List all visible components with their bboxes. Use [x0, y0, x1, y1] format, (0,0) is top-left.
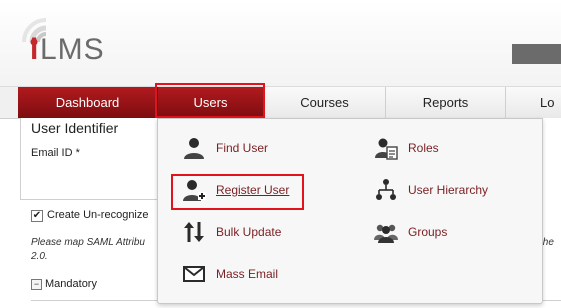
mail-icon: [183, 266, 205, 282]
menu-item-label: Find User: [216, 141, 269, 155]
user-roles-icon: [375, 138, 398, 160]
saml-note-line2: 2.0.: [31, 251, 48, 262]
logo-text: LMS: [40, 33, 105, 66]
email-label: Email ID *: [31, 147, 80, 159]
hierarchy-icon: [376, 179, 396, 200]
main-nav: Dashboard Users Courses Reports Lo: [0, 86, 561, 119]
tab-reports[interactable]: Reports: [386, 87, 506, 118]
menu-item-label: User Hierarchy: [408, 183, 489, 197]
tab-courses[interactable]: Courses: [264, 87, 386, 118]
menu-item-groups[interactable]: Groups: [374, 219, 447, 245]
menu-item-label: Roles: [408, 141, 439, 155]
menu-item-label: Groups: [408, 225, 448, 239]
mandatory-label: Mandatory: [45, 278, 97, 290]
logo-i: i: [30, 33, 39, 66]
menu-item-label: Mass Email: [216, 267, 279, 281]
form-divider: [20, 118, 21, 200]
header-gray-block: [512, 44, 561, 64]
create-unrecognized-label: Create Un-recognize: [47, 209, 149, 221]
form-divider: [20, 199, 160, 200]
section-title: User Identifier: [31, 120, 119, 136]
menu-item-find-user[interactable]: Find User: [182, 135, 268, 161]
create-unrecognized-checkbox[interactable]: ✔: [31, 210, 43, 222]
tab-more[interactable]: Lo: [506, 87, 561, 118]
saml-note: Please map SAML Attribu: [31, 237, 145, 248]
collapse-icon[interactable]: −: [31, 279, 42, 290]
menu-item-bulk-update[interactable]: Bulk Update: [182, 219, 281, 245]
register-user-highlight: [171, 174, 304, 210]
user-icon: [184, 138, 204, 159]
menu-item-label: Bulk Update: [216, 225, 282, 239]
groups-icon: [374, 224, 398, 243]
bulk-update-icon: [184, 222, 204, 242]
menu-item-user-hierarchy[interactable]: User Hierarchy: [374, 177, 488, 203]
users-tab-highlight: [155, 83, 265, 118]
menu-item-mass-email[interactable]: Mass Email: [182, 261, 278, 287]
tab-dashboard[interactable]: Dashboard: [18, 87, 158, 118]
menu-item-roles[interactable]: Roles: [374, 135, 439, 161]
